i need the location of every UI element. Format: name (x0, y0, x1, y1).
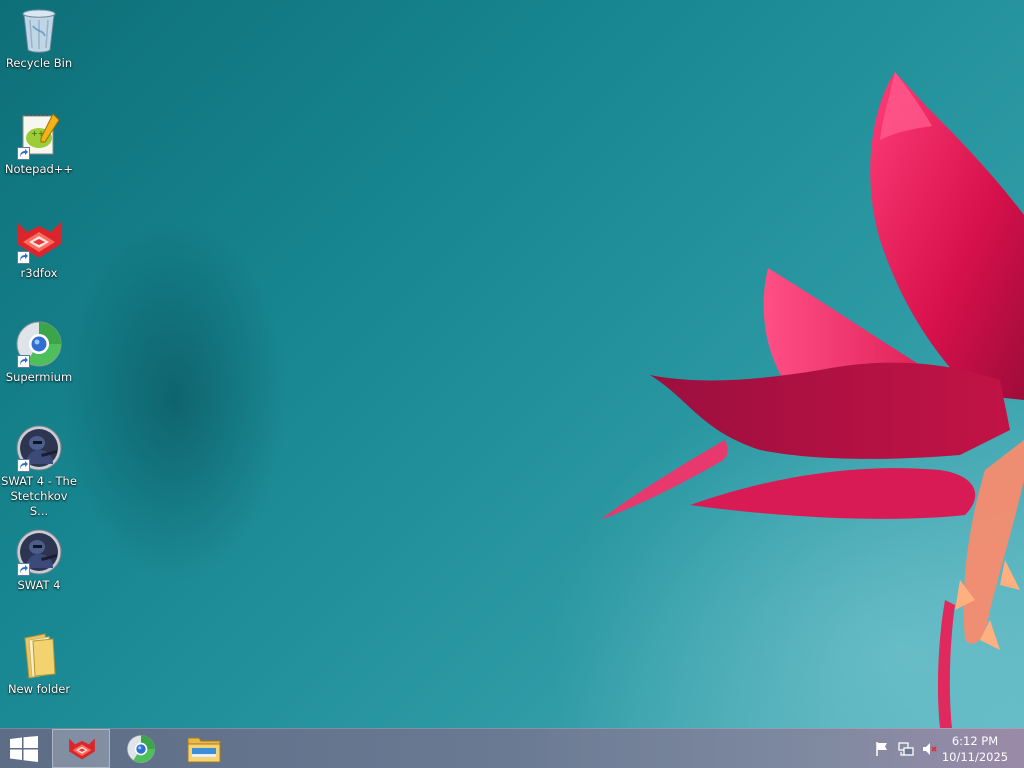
shortcut-arrow-icon (17, 251, 30, 264)
clock-date: 10/11/2025 (941, 750, 1009, 764)
shortcut-arrow-icon (17, 459, 30, 472)
desktop-icon-r3dfox[interactable]: r3dfox (0, 216, 78, 281)
supermium-icon (15, 320, 63, 368)
taskbar-button-file-explorer[interactable] (174, 729, 232, 768)
desktop-icon-new-folder[interactable]: New folder (0, 632, 78, 697)
network-icon[interactable] (898, 741, 914, 757)
desktop-icon-supermium[interactable]: Supermium (0, 320, 78, 385)
shortcut-arrow-icon (17, 355, 30, 368)
r3dfox-icon (69, 738, 95, 760)
desktop-icon-label: r3dfox (20, 266, 58, 280)
swat4-icon (15, 528, 63, 576)
desktop-icon-label: Supermium (5, 370, 73, 384)
desktop-icon-label: SWAT 4 (17, 578, 61, 592)
clock-time: 6:12 PM (951, 734, 999, 748)
desktop-icon-notepad-plus-plus[interactable]: ++ Notepad++ (0, 112, 78, 177)
desktop-icon-label: SWAT 4 - The Stetchkov S... (1, 474, 77, 518)
desktop-icon-label: Recycle Bin (5, 56, 73, 70)
taskbar-button-r3dfox[interactable] (52, 729, 110, 768)
desktop-icon-swat4-stetchkov[interactable]: SWAT 4 - The Stetchkov S... (0, 424, 78, 519)
folder-icon (15, 632, 63, 680)
wallpaper-flower (600, 72, 1024, 728)
supermium-icon (126, 734, 156, 764)
system-clock[interactable]: 6:12 PM 10/11/2025 (940, 733, 1010, 765)
action-center-flag-icon[interactable] (874, 741, 890, 757)
desktop-icon-recycle-bin[interactable]: Recycle Bin (0, 6, 78, 71)
start-button[interactable] (0, 729, 50, 768)
shortcut-arrow-icon (17, 147, 30, 160)
volume-muted-icon[interactable] (922, 741, 938, 757)
notepad-plus-plus-icon: ++ (15, 112, 63, 160)
taskbar: 6:12 PM 10/11/2025 (0, 728, 1024, 768)
r3dfox-icon (15, 216, 63, 264)
swat4-icon (15, 424, 63, 472)
file-explorer-icon (187, 737, 221, 763)
desktop-icon-label: Notepad++ (4, 162, 74, 176)
shortcut-arrow-icon (17, 563, 30, 576)
desktop-icon-label: New folder (7, 682, 71, 696)
taskbar-button-supermium[interactable] (113, 729, 171, 768)
windows-logo-icon (10, 736, 38, 762)
desktop[interactable]: Recycle Bin ++ Notepad++ r3dfox Supermiu… (0, 0, 1024, 728)
desktop-icon-swat4[interactable]: SWAT 4 (0, 528, 78, 593)
recycle-bin-icon (15, 6, 63, 54)
